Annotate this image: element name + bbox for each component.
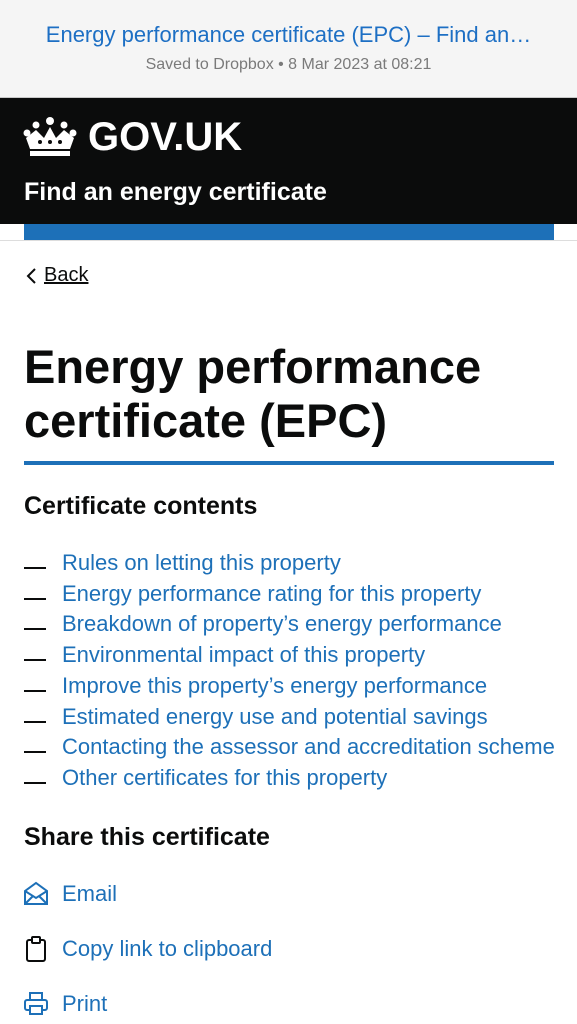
contents-item-other-certificates[interactable]: Other certificates for this property <box>24 763 564 794</box>
dash-icon <box>24 567 46 569</box>
contents-item-label: Estimated energy use and potential savin… <box>62 703 488 729</box>
title-rule <box>24 461 554 465</box>
copy-link-label: Copy link to clipboard <box>62 936 273 961</box>
service-name[interactable]: Find an energy certificate <box>24 178 327 207</box>
govuk-logo[interactable]: GOV.UK <box>22 114 242 160</box>
share-heading: Share this certificate <box>24 823 270 851</box>
saved-status: Saved to Dropbox • 8 Mar 2023 at 08:21 <box>145 56 432 73</box>
envelope-icon <box>24 881 48 905</box>
contents-item-label: Contacting the assessor and accreditatio… <box>62 734 555 760</box>
dash-icon <box>24 628 46 631</box>
back-link[interactable]: Back <box>24 264 88 287</box>
back-link-label: Back <box>44 264 89 286</box>
contents-item-improve[interactable]: Improve this property’s energy performan… <box>24 671 564 702</box>
contents-item-label: Other certificates for this property <box>62 764 388 790</box>
page-tab-title[interactable]: Energy performance certificate (EPC) – F… <box>14 22 563 48</box>
dash-icon <box>24 597 46 600</box>
contents-item-estimated-energy[interactable]: Estimated energy use and potential savin… <box>24 702 564 733</box>
contents-item-breakdown[interactable]: Breakdown of property’s energy performan… <box>24 609 564 640</box>
printer-icon <box>24 992 48 1015</box>
contents-item-label: Environmental impact of this property <box>62 642 426 668</box>
clipboard-icon <box>26 936 46 962</box>
header-divider <box>0 240 577 241</box>
dash-icon <box>24 781 46 784</box>
header-accent-bar <box>24 224 554 240</box>
contents-item-label: Breakdown of property’s energy performan… <box>62 611 502 637</box>
contents-item-assessor[interactable]: Contacting the assessor and accreditatio… <box>24 732 564 763</box>
dash-icon <box>24 659 46 662</box>
copy-link-button[interactable]: Copy link to clipboard <box>22 935 272 963</box>
govuk-header: GOV.UK Find an energy certificate <box>0 98 577 224</box>
share-email-label: Email <box>62 881 118 906</box>
contents-item-label: Improve this property’s energy performan… <box>62 672 488 698</box>
dash-icon <box>24 689 46 692</box>
chevron-left-icon <box>26 267 36 284</box>
govuk-wordmark: GOV.UK <box>88 114 243 159</box>
browser-title-bar: Energy performance certificate (EPC) – F… <box>0 0 577 98</box>
contents-heading: Certificate contents <box>24 492 258 520</box>
dash-icon <box>24 751 46 754</box>
contents-item-rules-letting[interactable]: Rules on letting this property <box>24 548 564 579</box>
dash-icon <box>24 720 46 723</box>
share-email-link[interactable]: Email <box>22 880 117 908</box>
print-button[interactable]: Print <box>22 990 107 1018</box>
crown-icon <box>23 117 77 156</box>
contents-item-rating[interactable]: Energy performance rating for this prope… <box>24 579 564 610</box>
contents-list: Rules on letting this property Energy pe… <box>24 548 564 794</box>
contents-item-environmental-impact[interactable]: Environmental impact of this property <box>24 640 564 671</box>
contents-item-label: Energy performance rating for this prope… <box>62 580 482 606</box>
print-label: Print <box>62 991 108 1016</box>
contents-item-label: Rules on letting this property <box>62 550 341 575</box>
page-title: Energy performance certificate (EPC) <box>24 340 482 447</box>
